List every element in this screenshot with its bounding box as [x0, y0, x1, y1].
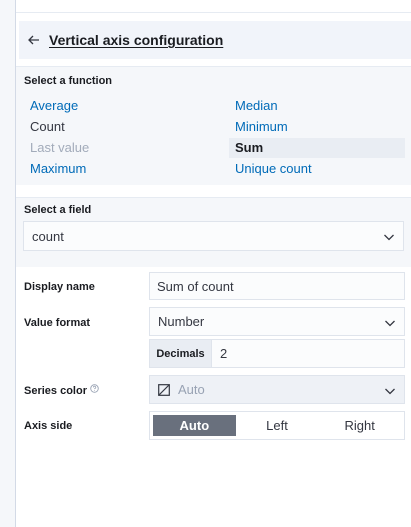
function-section-label: Select a function: [24, 75, 113, 87]
left-side-strip: [0, 0, 16, 527]
field-select[interactable]: count: [23, 221, 404, 251]
question-circle-icon[interactable]: [90, 384, 99, 393]
color-swatch-icon: [158, 383, 170, 396]
decimals-label: Decimals: [150, 340, 212, 367]
header-title[interactable]: Vertical axis configuration: [49, 32, 223, 48]
axis-side-auto-button[interactable]: Auto: [153, 415, 236, 436]
function-median[interactable]: Median: [235, 96, 278, 116]
value-format-value: Number: [158, 314, 205, 329]
function-minimum[interactable]: Minimum: [235, 117, 288, 137]
axis-side-left-button[interactable]: Left: [236, 415, 319, 436]
function-count[interactable]: Count: [30, 117, 65, 137]
value-format-label: Value format: [24, 317, 91, 329]
function-selector-section: Select a function Average Median Count M…: [16, 66, 411, 185]
axis-side-right-button[interactable]: Right: [318, 415, 401, 436]
vertical-axis-config-panel: Vertical axis configuration Select a fun…: [16, 12, 411, 527]
function-last-value: Last value: [30, 140, 90, 155]
decimals-field: Decimals 2: [149, 339, 405, 368]
series-color-label-text: Series color: [24, 385, 87, 397]
chevron-down-icon: [384, 317, 396, 329]
value-format-select[interactable]: Number: [149, 307, 405, 336]
panel-header: Vertical axis configuration: [19, 21, 411, 59]
arrow-left-icon[interactable]: [27, 33, 41, 47]
field-section-label: Select a field: [24, 204, 92, 216]
series-color-picker[interactable]: Auto: [149, 375, 405, 404]
field-select-value: count: [32, 228, 64, 244]
function-sum-selected[interactable]: Sum: [229, 138, 405, 158]
chevron-down-icon: [383, 231, 395, 243]
chevron-down-icon: [384, 384, 396, 396]
display-name-label: Display name: [24, 281, 95, 293]
axis-side-button-group: Auto Left Right: [149, 411, 405, 440]
series-color-label: Series color: [24, 384, 99, 397]
function-maximum[interactable]: Maximum: [30, 159, 86, 179]
field-selector-section: Select a field count: [16, 197, 411, 267]
axis-side-label: Axis side: [24, 420, 73, 432]
display-name-value: Sum of count: [157, 278, 234, 294]
function-unique-count[interactable]: Unique count: [235, 159, 312, 179]
display-name-input[interactable]: Sum of count: [149, 272, 405, 300]
function-average[interactable]: Average: [30, 96, 78, 116]
decimals-input[interactable]: 2: [212, 340, 227, 367]
series-color-value: Auto: [178, 382, 205, 397]
